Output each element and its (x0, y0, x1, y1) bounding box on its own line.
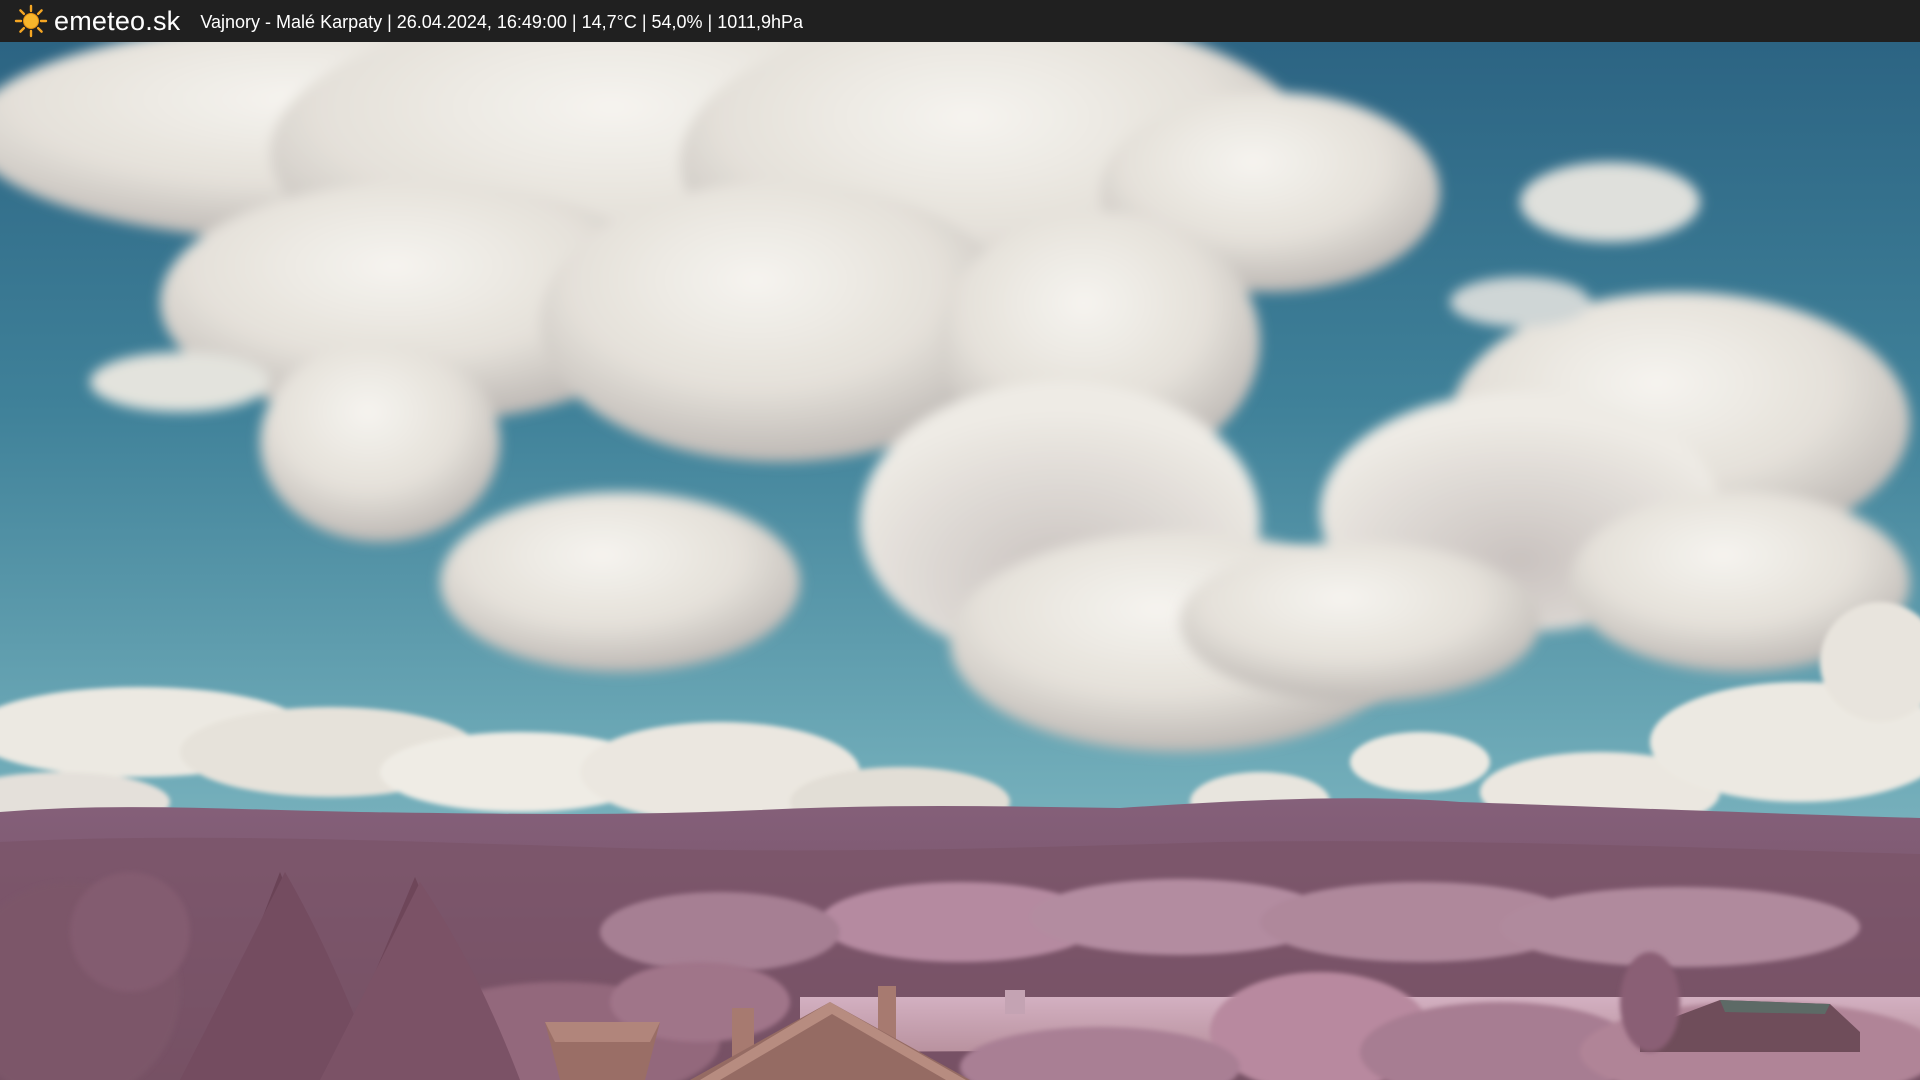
webcam-caption: Vajnory - Malé Karpaty | 26.04.2024, 16:… (200, 11, 803, 32)
sun-icon (14, 4, 48, 38)
webcam-image (0, 42, 1920, 1080)
webcam-page: emeteo.sk Vajnory - Malé Karpaty | 26.04… (0, 0, 1920, 1080)
brand[interactable]: emeteo.sk (14, 0, 180, 42)
brand-name: emeteo.sk (54, 5, 181, 36)
roof-left (545, 1022, 660, 1080)
top-bar: emeteo.sk Vajnory - Malé Karpaty | 26.04… (0, 0, 1920, 42)
